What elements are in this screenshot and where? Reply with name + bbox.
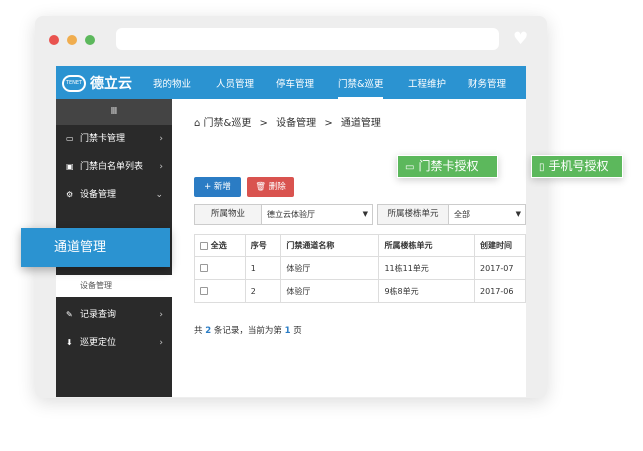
cloud-logo-icon: TENET: [62, 74, 86, 92]
table-row[interactable]: 1 体验厅 11栋11单元 2017-07: [194, 256, 526, 280]
id-card-icon: ▣: [66, 162, 74, 171]
nav-item-property[interactable]: 我的物业: [153, 66, 191, 99]
breadcrumb-separator: >: [259, 118, 268, 129]
sidebar-item-records[interactable]: ✎ 记录查询 ›: [56, 301, 172, 329]
card-auth-button[interactable]: ▭ 门禁卡授权: [397, 155, 498, 178]
table-cell: 2017-07: [474, 256, 526, 280]
chevron-right-icon: ›: [159, 338, 163, 348]
phone-auth-label: 手机号授权: [548, 159, 609, 173]
maximize-dot[interactable]: [85, 35, 95, 45]
add-button-label: + 新增: [204, 182, 231, 192]
pagination-info: 共 2 条记录，当前为第 1 页: [194, 324, 302, 336]
table-row[interactable]: 2 体验厅 9栋8单元 2017-06: [194, 279, 526, 303]
sidebar-item-card-management[interactable]: ▭ 门禁卡管理 ›: [56, 125, 172, 153]
select-all-checkbox[interactable]: [200, 241, 208, 250]
sidebar-item-label: 设备管理: [80, 190, 117, 200]
pager-suffix: 页: [293, 326, 302, 336]
sidebar-toggle[interactable]: Ⅲ: [56, 99, 172, 125]
breadcrumb-item[interactable]: 设备管理: [276, 118, 316, 129]
chevron-down-icon: ⌄: [155, 190, 163, 200]
address-bar[interactable]: [116, 28, 499, 50]
browser-window: ♥ TENET 德立云 我的物业 人员管理 停车管理 门禁&巡更 工程维护 财务…: [35, 16, 547, 398]
table-header-row: 全选 序号 门禁通道名称 所属楼栋单元 创建时间: [194, 234, 526, 257]
gears-icon: ⚙: [66, 190, 74, 199]
current-page: 1: [284, 326, 291, 336]
unit-filter-label: 所属楼栋单元: [377, 204, 449, 225]
row-checkbox[interactable]: [200, 287, 208, 295]
pager-middle: 条记录，当前为第: [213, 326, 282, 336]
sidebar-item-whitelist[interactable]: ▣ 门禁白名单列表 ›: [56, 153, 172, 181]
row-checkbox-cell[interactable]: [194, 279, 246, 303]
delete-button[interactable]: 🗑 删除: [247, 177, 294, 197]
home-icon[interactable]: ⌂: [194, 118, 200, 129]
caret-down-icon: ▼: [362, 210, 368, 218]
total-count: 2: [205, 326, 212, 336]
trash-icon: 🗑: [255, 182, 269, 192]
nav-item-access-patrol[interactable]: 门禁&巡更: [338, 68, 384, 99]
phone-auth-button[interactable]: ▯ 手机号授权: [531, 155, 623, 178]
row-checkbox[interactable]: [200, 264, 208, 272]
row-checkbox-cell[interactable]: [194, 256, 246, 280]
card-icon: ▭: [405, 162, 415, 173]
chevron-right-icon: ›: [159, 134, 163, 144]
main-content: ⌂ 门禁&巡更 > 设备管理 > 通道管理 + 新增 🗑 删除 所属物业 德立云…: [172, 99, 526, 397]
nav-item-finance[interactable]: 财务管理: [468, 66, 506, 99]
sidebar-item-label: 巡更定位: [80, 338, 117, 348]
unit-select-value: 全部: [454, 210, 470, 219]
channel-table: 全选 序号 门禁通道名称 所属楼栋单元 创建时间 1 体验厅 11栋11单元 2…: [194, 234, 526, 303]
delete-button-label: 删除: [268, 182, 286, 192]
card-auth-label: 门禁卡授权: [418, 159, 479, 173]
heart-icon[interactable]: ♥: [513, 28, 528, 50]
nav-item-engineering[interactable]: 工程维护: [408, 66, 446, 99]
table-cell: 9栋8单元: [378, 279, 476, 303]
pager-prefix: 共: [194, 326, 203, 336]
minimize-dot[interactable]: [67, 35, 77, 45]
caret-down-icon: ▼: [515, 210, 521, 218]
chevron-right-icon: ›: [159, 310, 163, 320]
table-cell: 1: [244, 256, 282, 280]
table-cell: 2017-06: [474, 279, 526, 303]
breadcrumb: ⌂ 门禁&巡更 > 设备管理 > 通道管理: [194, 114, 381, 129]
close-dot[interactable]: [49, 35, 59, 45]
property-select-value: 德立云体验厅: [267, 210, 315, 219]
table-cell: 体验厅: [280, 256, 380, 280]
table-cell: 11栋11单元: [378, 256, 476, 280]
unit-select[interactable]: 全部 ▼: [448, 204, 526, 225]
property-select[interactable]: 德立云体验厅 ▼: [261, 204, 373, 225]
column-header: 全选: [210, 241, 227, 250]
property-filter-label: 所属物业: [194, 204, 262, 225]
channel-management-callout[interactable]: 通道管理: [21, 228, 170, 267]
card-icon: ▭: [66, 134, 74, 143]
sidebar-item-label: 门禁白名单列表: [80, 162, 144, 172]
location-pin-icon: ⬇: [66, 338, 73, 347]
add-button[interactable]: + 新增: [194, 177, 241, 197]
sidebar-item-patrol-location[interactable]: ⬇ 巡更定位 ›: [56, 329, 172, 357]
logo[interactable]: TENET 德立云: [62, 72, 132, 94]
breadcrumb-item[interactable]: 门禁&巡更: [204, 118, 252, 129]
breadcrumb-current: 通道管理: [340, 118, 381, 129]
top-navbar: TENET 德立云 我的物业 人员管理 停车管理 门禁&巡更 工程维护 财务管理: [56, 66, 526, 99]
sidebar-item-device-management[interactable]: ⚙ 设备管理 ⌄: [56, 181, 172, 209]
table-cell: 2: [244, 279, 282, 303]
chevron-right-icon: ›: [159, 162, 163, 172]
sidebar-item-label: 门禁卡管理: [80, 134, 126, 144]
logo-text: 德立云: [90, 76, 132, 92]
nav-item-people[interactable]: 人员管理: [216, 66, 254, 99]
sidebar-item-label: 记录查询: [80, 310, 117, 320]
phone-icon: ▯: [539, 162, 545, 173]
table-cell: 体验厅: [280, 279, 380, 303]
breadcrumb-separator: >: [324, 118, 333, 129]
column-header: 序号: [244, 234, 282, 257]
sidebar-subitem-device[interactable]: 设备管理: [56, 275, 172, 297]
select-all-header[interactable]: 全选: [194, 234, 246, 257]
column-header: 创建时间: [474, 234, 526, 257]
column-header: 所属楼栋单元: [378, 234, 476, 257]
nav-item-parking[interactable]: 停车管理: [276, 66, 314, 99]
edit-icon: ✎: [66, 310, 73, 319]
stage: ♥ TENET 德立云 我的物业 人员管理 停车管理 门禁&巡更 工程维护 财务…: [0, 0, 643, 451]
column-header: 门禁通道名称: [280, 234, 380, 257]
